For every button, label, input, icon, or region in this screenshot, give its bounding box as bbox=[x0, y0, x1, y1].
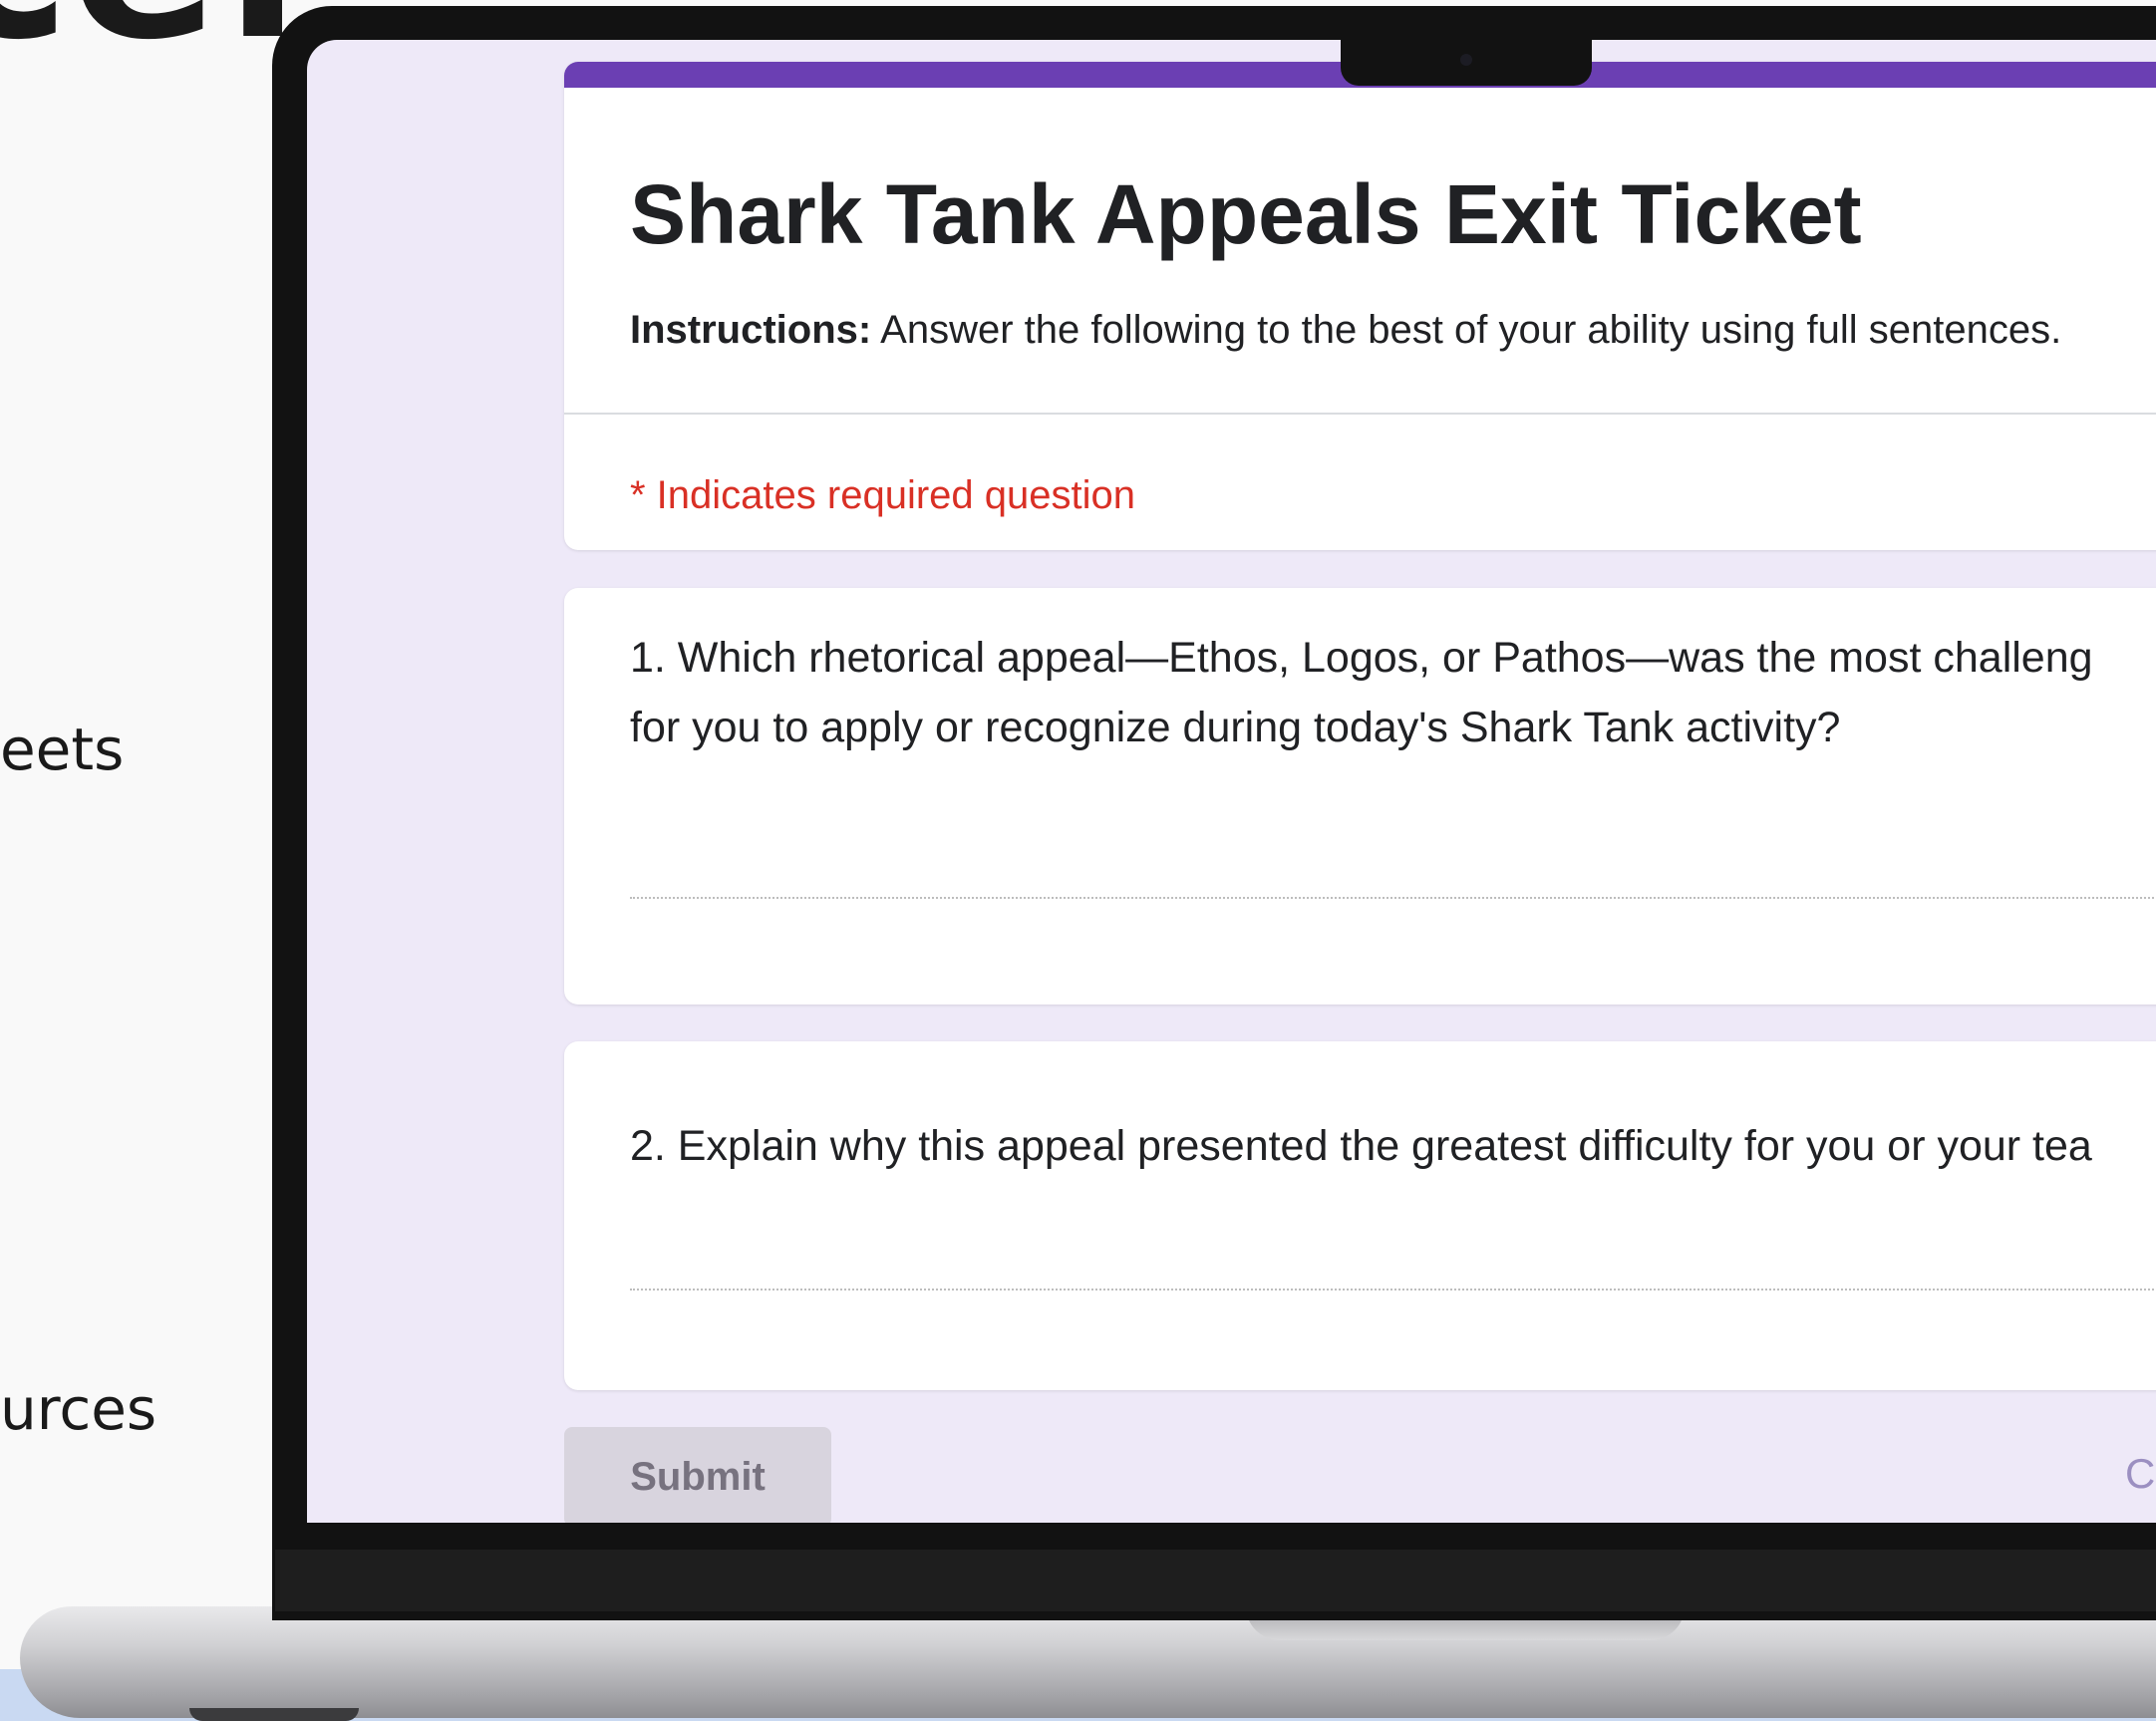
question-1-text-line-1: 1. Which rhetorical appeal—Ethos, Logos,… bbox=[630, 634, 2093, 682]
laptop-hinge bbox=[275, 1550, 2156, 1611]
instructions-label: Instructions: bbox=[630, 308, 872, 352]
heading-fragment: ce: bbox=[0, 0, 307, 70]
form-title: Shark Tank Appeals Exit Ticket bbox=[630, 167, 1862, 261]
side-text-fragment: urces bbox=[0, 1375, 157, 1443]
question-1-answer-input[interactable] bbox=[630, 897, 2156, 899]
side-text-fragment: eets bbox=[0, 716, 125, 783]
submit-button[interactable]: Submit bbox=[564, 1427, 831, 1523]
laptop-screen: Shark Tank Appeals Exit Ticket Instructi… bbox=[307, 40, 2156, 1523]
question-2-answer-input[interactable] bbox=[630, 1289, 2156, 1291]
instructions-text: Answer the following to the best of your… bbox=[871, 308, 2062, 352]
question-card-1: 1. Which rhetorical appeal—Ethos, Logos,… bbox=[564, 588, 2156, 1004]
camera-icon bbox=[1460, 54, 1472, 66]
question-card-2: 2. Explain why this appeal presented the… bbox=[564, 1041, 2156, 1390]
laptop-base bbox=[20, 1606, 2156, 1718]
form-header-card: Shark Tank Appeals Exit Ticket Instructi… bbox=[564, 62, 2156, 550]
required-note: * Indicates required question bbox=[630, 473, 1135, 517]
question-1-text-line-2: for you to apply or recognize during tod… bbox=[630, 704, 1841, 751]
question-2-text: 2. Explain why this appeal presented the… bbox=[630, 1122, 2092, 1170]
laptop-foot bbox=[189, 1708, 359, 1721]
header-divider bbox=[564, 413, 2156, 415]
camera-notch bbox=[1341, 40, 1592, 86]
clear-form-link[interactable]: C bbox=[2125, 1450, 2155, 1498]
form-instructions: Instructions: Answer the following to th… bbox=[630, 308, 2061, 353]
